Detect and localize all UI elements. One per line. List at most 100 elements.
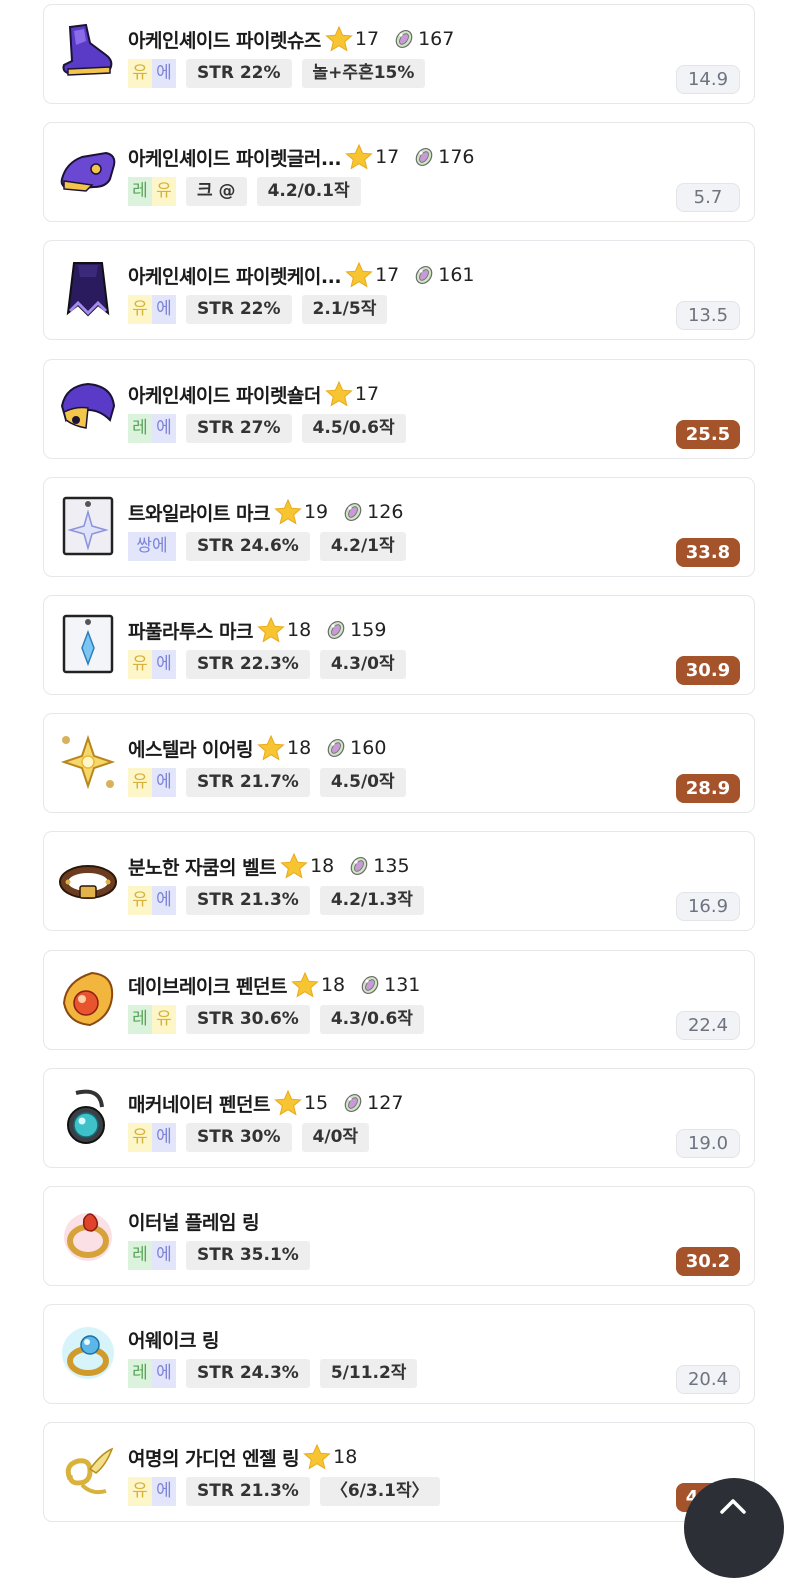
scroll-info-pill: 4.5/0작	[319, 768, 406, 797]
stat-pill: STR 24.3%	[186, 1359, 310, 1388]
scroll-info-pill: 4.2/1작	[319, 532, 406, 561]
item-card[interactable]: 아케인셰이드 파이렛글러... 17 176 레 유 크 @ 4.2/0.1작 5.7	[43, 122, 755, 222]
flame-value: 126	[367, 501, 404, 523]
scroll-info-pill: 놀+주흔15%	[301, 59, 426, 88]
flame-value: 131	[384, 974, 421, 996]
potential-grade-badge: 유에	[128, 650, 176, 679]
item-tags: 레 에 STR 24.3% 5/11.2작	[128, 1359, 418, 1388]
stat-pill: STR 30%	[186, 1123, 292, 1152]
item-card[interactable]: 매커네이터 펜던트 15 127 유 에 STR 30% 4/0작 19.0	[43, 1068, 755, 1168]
gem-icon	[325, 737, 347, 759]
scroll-info-pill: 5/11.2작	[319, 1359, 418, 1388]
stat-pill: STR 35.1%	[186, 1241, 310, 1270]
potential-grade-part: 레	[128, 177, 152, 206]
score-badge: 33.8	[676, 538, 740, 567]
gem-icon	[393, 28, 415, 50]
scroll-top-button[interactable]	[684, 1478, 784, 1578]
item-tags: 레 에 STR 35.1%	[128, 1241, 310, 1270]
star-icon	[280, 852, 308, 880]
flame-value: 176	[438, 146, 475, 168]
potential-grade-badge: 레에	[128, 1359, 176, 1388]
flame-value: 135	[373, 855, 410, 877]
stat-pill: STR 22%	[186, 59, 292, 88]
item-card[interactable]: 트와일라이트 마크 19 126 쌍에 STR 24.6% 4.2/1작 33.8	[43, 477, 755, 577]
potential-grade-part: 유	[128, 1123, 152, 1152]
starforce-value: 17	[354, 28, 380, 50]
item-name: 이터널 플레임 링	[128, 1211, 260, 1234]
score-badge: 16.9	[676, 892, 740, 921]
gloves-icon	[56, 139, 120, 203]
item-tags: 유 에 STR 21.7% 4.5/0작	[128, 768, 406, 797]
item-name: 에스텔라 이어링	[128, 738, 253, 761]
item-card[interactable]: 아케인셰이드 파이렛케이... 17 161 유 에 STR 22% 2.1/5작 13.5	[43, 240, 755, 340]
flame-value: 161	[438, 264, 475, 286]
star-icon	[257, 734, 285, 762]
stat-pill: STR 22.3%	[186, 650, 310, 679]
scroll-info-pill: 4.3/0.6작	[319, 1005, 424, 1034]
item-card[interactable]: 이터널 플레임 링 레 에 STR 35.1% 30.2	[43, 1186, 755, 1286]
flame-value: 160	[350, 737, 387, 759]
starforce-value: 18	[286, 737, 312, 759]
star-icon	[325, 25, 353, 53]
potential-grade-part: 에	[152, 1477, 176, 1506]
scroll-info-pill: 4.2/0.1작	[256, 177, 361, 206]
score-badge: 22.4	[676, 1011, 740, 1040]
star-icon	[274, 498, 302, 526]
mechanator-pendant-icon	[56, 1085, 120, 1149]
item-card[interactable]: 데이브레이크 펜던트 18 131 레 유 STR 30.6% 4.3/0.6작 22.4	[43, 950, 755, 1050]
item-tags: 유 에 STR 22% 놀+주흔15%	[128, 59, 426, 88]
score-badge: 14.9	[676, 65, 740, 94]
gem-icon	[359, 974, 381, 996]
potential-grade-part: 에	[152, 295, 176, 324]
item-tags: 유 에 STR 21.3% 〈6/3.1작〉	[128, 1477, 440, 1506]
potential-grade-part: 에	[152, 1241, 176, 1270]
item-card[interactable]: 아케인셰이드 파이렛숄더 17 레 에 STR 27% 4.5/0.6작 25.5	[43, 359, 755, 459]
potential-grade-part: 레	[128, 1359, 152, 1388]
potential-grade-part: 유	[128, 650, 152, 679]
item-tags: 유 에 STR 22% 2.1/5작	[128, 295, 388, 324]
score-badge: 19.0	[676, 1129, 740, 1158]
potential-grade-part: 유	[128, 295, 152, 324]
star-icon	[345, 143, 373, 171]
starforce-value: 17	[354, 383, 380, 405]
potential-grade-part: 에	[152, 414, 176, 443]
potential-grade-part: 유	[152, 177, 176, 206]
star-icon	[274, 1089, 302, 1117]
starforce-value: 17	[375, 264, 400, 286]
scroll-info-pill: 4.3/0작	[319, 650, 406, 679]
item-tags: 유 에 STR 30% 4/0작	[128, 1123, 370, 1152]
item-title-row: 파풀라투스 마크 18 159	[128, 614, 386, 646]
flame-value: 167	[418, 28, 455, 50]
potential-grade-part: 에	[152, 768, 176, 797]
potential-grade-part: 유	[152, 1005, 176, 1034]
item-name: 어웨이크 링	[128, 1329, 220, 1352]
potential-grade-badge: 유에	[128, 295, 176, 324]
item-card[interactable]: 어웨이크 링레 에 STR 24.3% 5/11.2작 20.4	[43, 1304, 755, 1404]
item-name: 아케인셰이드 파이렛케이...	[128, 265, 342, 288]
item-tags: 레 유 STR 30.6% 4.3/0.6작	[128, 1005, 424, 1034]
flame-ring-icon	[56, 1203, 120, 1267]
score-badge: 20.4	[676, 1365, 740, 1394]
item-card[interactable]: 파풀라투스 마크 18 159 유 에 STR 22.3% 4.3/0작 30.9	[43, 595, 755, 695]
item-card[interactable]: 에스텔라 이어링 18 160 유 에 STR 21.7% 4.5/0작 28.9	[43, 713, 755, 813]
stat-pill: STR 22%	[186, 295, 292, 324]
item-card[interactable]: 아케인셰이드 파이렛슈즈 17 167 유 에 STR 22% 놀+주흔15% 14.9	[43, 4, 755, 104]
starforce-value: 18	[310, 855, 335, 877]
potential-grade-part: 유	[128, 886, 152, 915]
starforce-value: 17	[375, 146, 400, 168]
item-tags: 유 에 STR 22.3% 4.3/0작	[128, 650, 406, 679]
papulatus-mark-icon	[56, 612, 120, 676]
item-title-row: 아케인셰이드 파이렛슈즈 17 167	[128, 23, 454, 55]
stat-pill: STR 21.3%	[186, 1477, 310, 1506]
twilight-mark-icon	[56, 494, 120, 558]
potential-grade-badge: 레유	[128, 177, 176, 206]
shoulder-icon	[56, 376, 120, 440]
potential-grade-badge: 유에	[128, 1477, 176, 1506]
item-card[interactable]: 분노한 자쿰의 벨트 18 135 유 에 STR 21.3% 4.2/1.3작 16.9	[43, 831, 755, 931]
item-card[interactable]: 여명의 가디언 엔젤 링18유에STR 21.3%〈6/3.1작〉48.2	[43, 1422, 755, 1522]
cape-icon	[56, 257, 120, 321]
item-name: 여명의 가디언 엔젤 링	[128, 1447, 300, 1470]
scroll-info-pill: 4/0작	[301, 1123, 370, 1152]
score-badge: 5.7	[676, 183, 740, 212]
flame-value: 159	[350, 619, 387, 641]
